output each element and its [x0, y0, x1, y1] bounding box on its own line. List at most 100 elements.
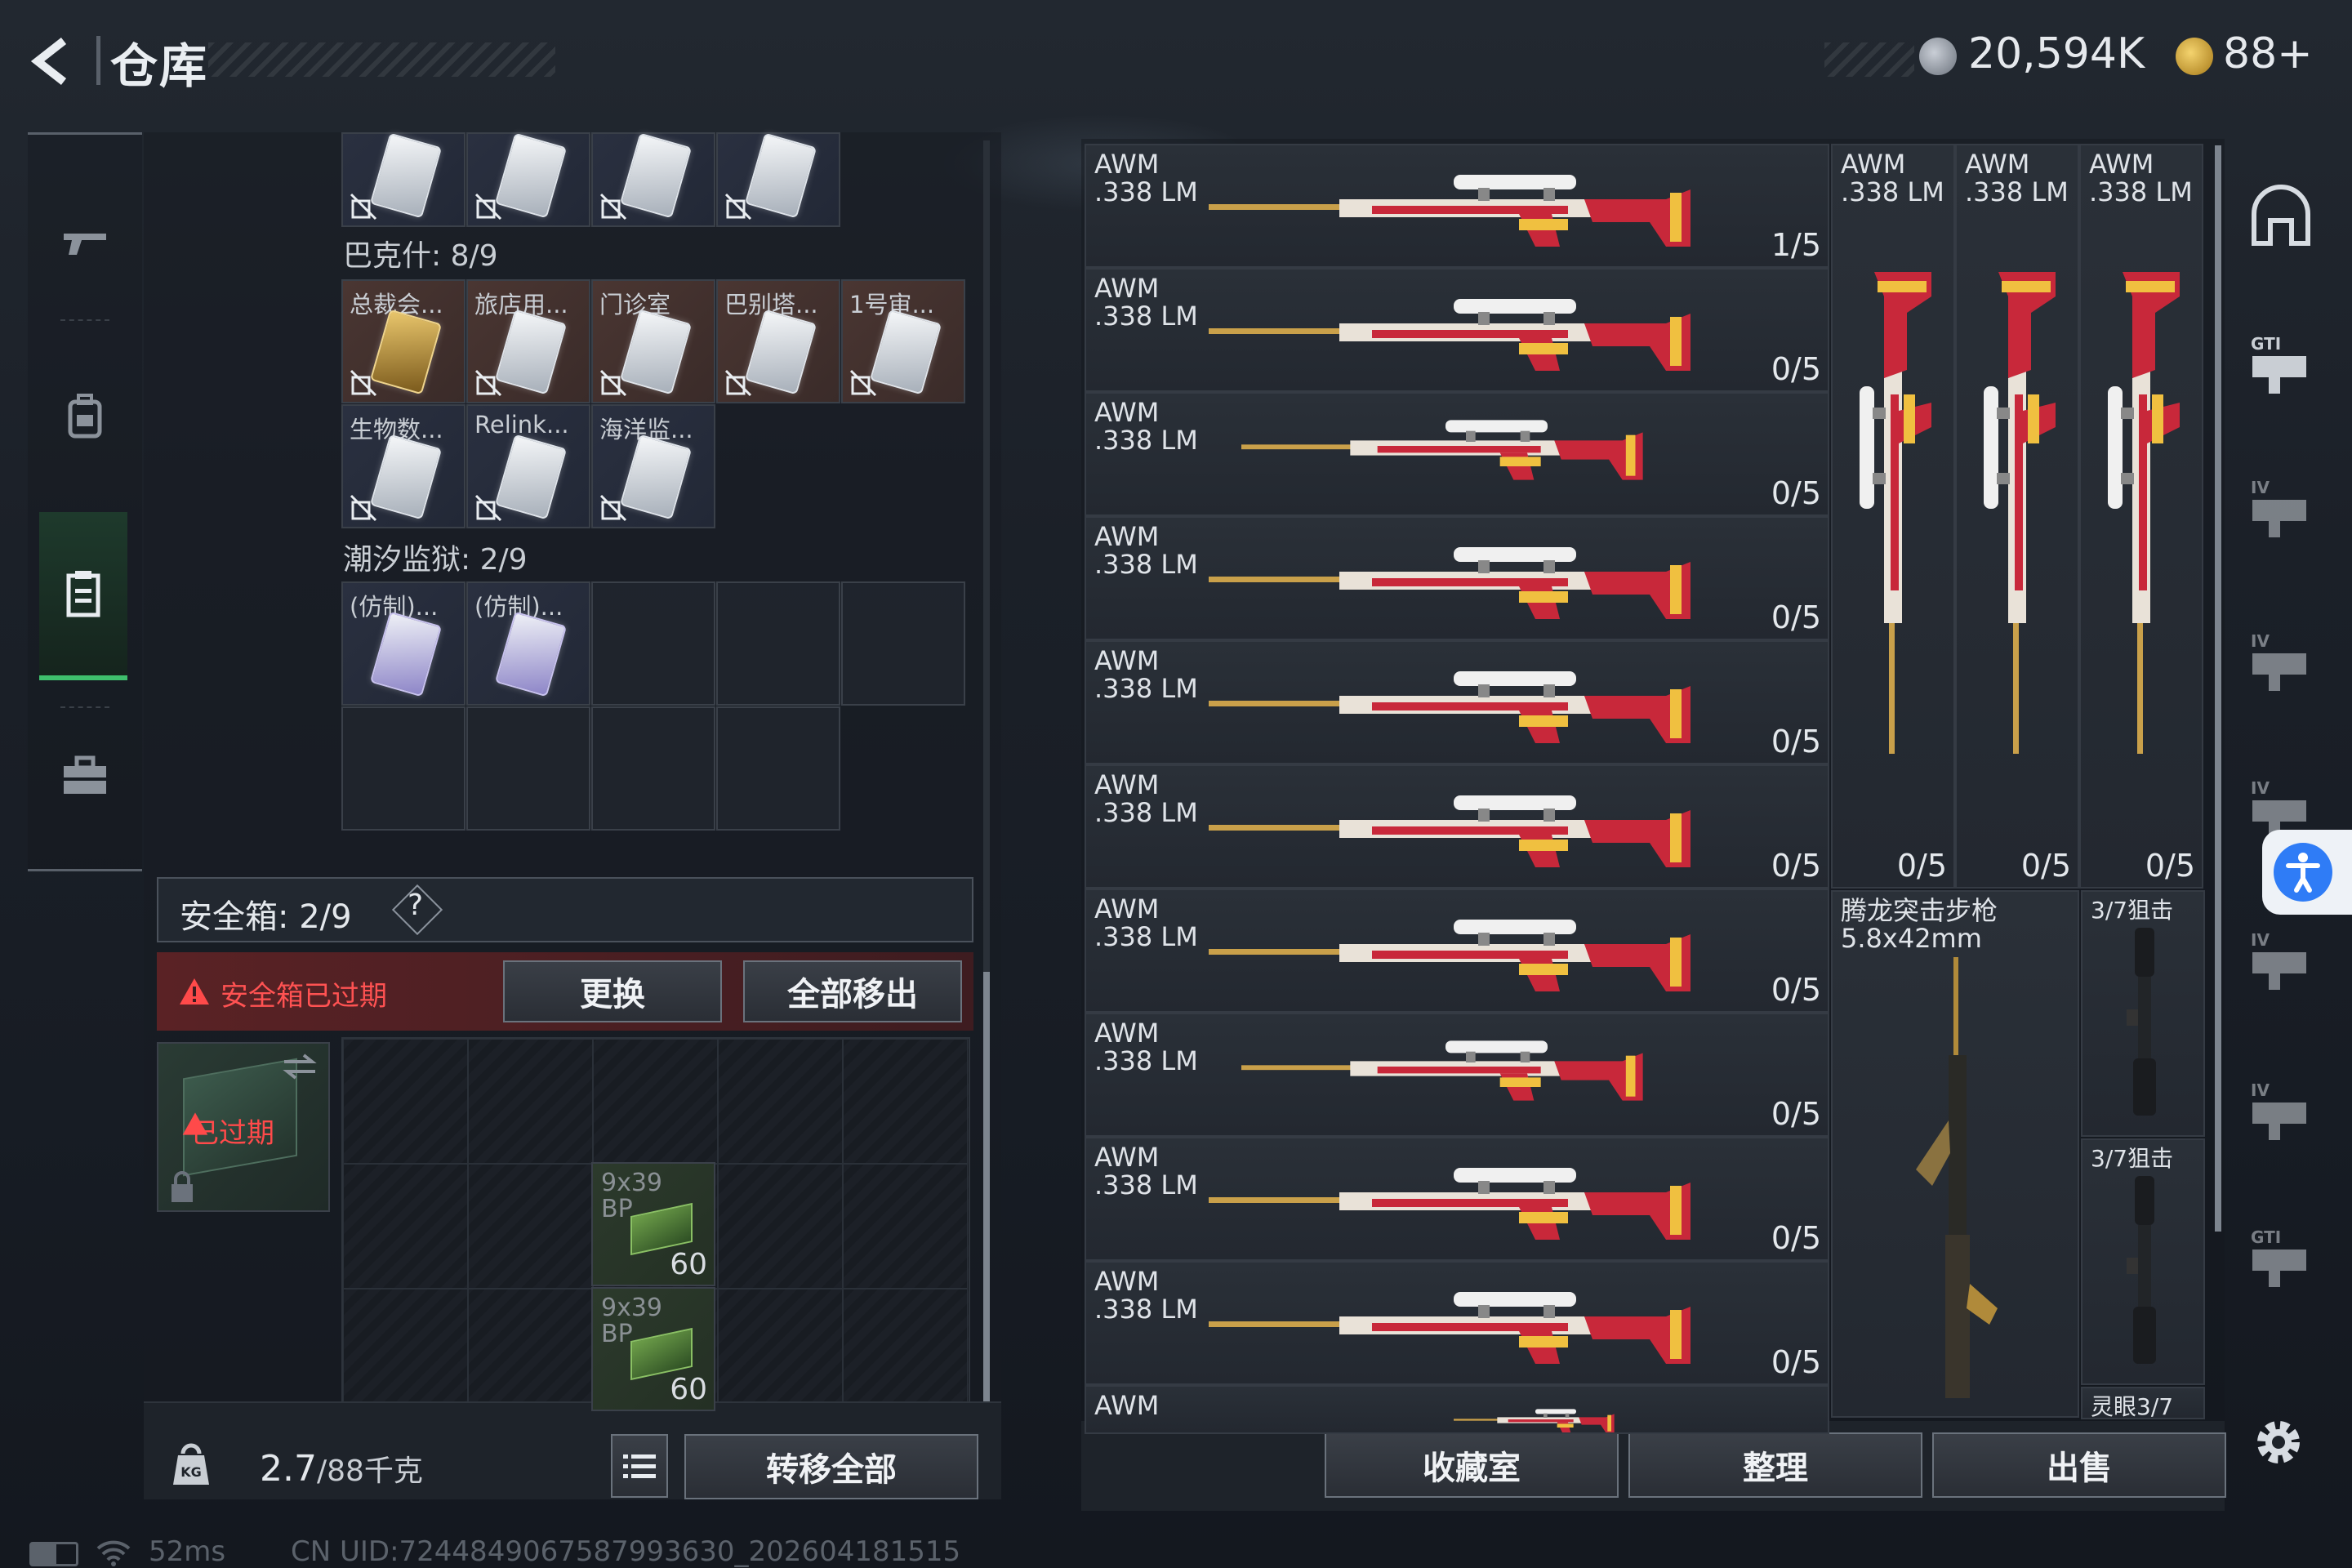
keycard-icon [494, 611, 568, 697]
awm-rifle-icon [1209, 671, 1690, 743]
item-card[interactable] [591, 132, 715, 227]
weapon-count: 0/5 [2145, 848, 2195, 884]
keycard-item[interactable]: 1号审... [841, 279, 965, 403]
weapon-item-vertical[interactable]: AWM .338 LM 0/5 [2079, 144, 2203, 889]
iv-folder-tab[interactable]: IV [2244, 928, 2318, 993]
awm-rifle-icon [1241, 1040, 1643, 1101]
keycard-item[interactable]: 海洋监... [591, 404, 715, 528]
back-button[interactable] [24, 33, 82, 90]
collection-button[interactable]: 收藏室 [1325, 1432, 1619, 1498]
weapon-item[interactable]: AWM .338 LM 0/5 [1085, 516, 1829, 640]
ammo-item[interactable]: 9x39 BP 60 [591, 1162, 715, 1286]
safe-box-item[interactable]: 已过期 [157, 1042, 330, 1212]
iv-weapon-tab[interactable]: IV [2244, 475, 2318, 541]
list-view-button[interactable] [611, 1434, 668, 1498]
iv-medkit-icon: IV [2251, 631, 2306, 691]
weapon-item[interactable]: AWM .338 LM 0/5 [1085, 640, 1829, 764]
weapon-count: 0/5 [1771, 1096, 1821, 1132]
keycard-item[interactable]: (仿制)... [466, 581, 590, 706]
keycard-icon [369, 132, 443, 219]
safe-box-status: 已过期 [191, 1117, 274, 1150]
safe-slot [718, 1289, 843, 1414]
weapon-name: AWM .338 LM [1094, 397, 1198, 456]
accessibility-button[interactable] [2262, 830, 2352, 915]
rifle-item[interactable]: 腾龙突击步枪 5.8x42mm [1831, 890, 2079, 1418]
weapon-item-vertical[interactable]: AWM .338 LM 0/5 [1831, 144, 1955, 889]
warning-icon [180, 978, 209, 1004]
empty-slot[interactable] [841, 581, 965, 706]
weapon-count: 0/5 [2020, 848, 2071, 884]
svg-text:IV: IV [2251, 631, 2270, 651]
weapon-name: AWM .338 LM [1094, 149, 1198, 207]
safe-box-header: 安全箱: 2/9 ? [157, 877, 973, 942]
keycard-item[interactable]: 巴别塔... [716, 279, 840, 403]
gti-key-tab[interactable]: GTI [2244, 1225, 2318, 1290]
item-label: Relink... [474, 411, 569, 439]
weapon-item[interactable]: AWM .338 LM 0/5 [1085, 1013, 1829, 1137]
weapon-name: AWM .338 LM [1094, 273, 1198, 332]
empty-slot[interactable] [716, 581, 840, 706]
back-arrow-icon [30, 38, 67, 85]
nav-backpack[interactable] [41, 355, 129, 478]
empty-slot[interactable] [591, 706, 715, 831]
keycard-icon [494, 434, 568, 520]
nav-toolbox[interactable] [41, 715, 129, 837]
scope-item[interactable]: 灵眼3/7 [2081, 1387, 2205, 1419]
weapon-item[interactable]: AWM .338 LM 0/5 [1085, 1137, 1829, 1261]
right-category-nav: GTI IV IV IV IV IV GTI [2230, 139, 2328, 1380]
keycard-item[interactable]: (仿制)... [341, 581, 466, 706]
weapon-item[interactable]: AWM .338 LM 0/5 [1085, 268, 1829, 392]
weapon-item[interactable]: AWM .338 LM 0/5 [1085, 1261, 1829, 1385]
gti-weapon-tab[interactable]: GTI [2244, 332, 2318, 397]
scope-item[interactable]: 3/7狙击 [2081, 1138, 2205, 1385]
svg-text:IV: IV [2251, 778, 2270, 798]
awm-rifle-icon [1984, 272, 2056, 754]
weapon-item-vertical[interactable]: AWM .338 LM 0/5 [1955, 144, 2079, 889]
keycard-item[interactable]: 旅店用... [466, 279, 590, 403]
sell-button[interactable]: 出售 [1932, 1432, 2226, 1498]
item-card[interactable] [716, 132, 840, 227]
left-scrollbar[interactable] [983, 972, 990, 1413]
weapon-item[interactable]: AWM .338 LM 0/5 [1085, 392, 1829, 516]
keycard-item[interactable]: 生物数... [341, 404, 466, 528]
remove-all-button[interactable]: 全部移出 [743, 960, 962, 1022]
top-bar: 仓库 20,594K 88+ [0, 0, 2352, 122]
item-card[interactable] [466, 132, 590, 227]
ammo-item[interactable]: 9x39 BP 60 [591, 1287, 715, 1411]
iv-folder-icon: IV [2251, 930, 2306, 990]
keycard-item[interactable]: 门诊室 [591, 279, 715, 403]
no-transfer-icon [724, 193, 752, 220]
empty-slot[interactable] [591, 581, 715, 706]
weapon-item[interactable]: AWM .338 LM 1/5 [1085, 144, 1829, 268]
svg-text:GTI: GTI [2251, 334, 2281, 354]
empty-slot[interactable] [716, 706, 840, 831]
iv-folder2-tab[interactable]: IV [2244, 1078, 2318, 1143]
keycard-item[interactable]: Relink... [466, 404, 590, 528]
gold-currency[interactable]: 88+ [2223, 29, 2313, 78]
awm-rifle-icon [2108, 272, 2180, 754]
empty-slot[interactable] [466, 706, 590, 831]
no-transfer-icon [474, 494, 502, 522]
keycard-icon [744, 309, 817, 395]
keycard-item[interactable]: 总裁会... [341, 279, 466, 403]
weapon-item[interactable]: AWM .338 LM 0/5 [1085, 764, 1829, 889]
weapon-name: AWM .338 LM [1965, 149, 2069, 207]
transfer-all-button[interactable]: 转移全部 [684, 1434, 978, 1499]
weight-max: /88千克 [316, 1454, 423, 1488]
empty-slot[interactable] [341, 706, 466, 831]
settings-button[interactable] [2247, 1411, 2310, 1473]
iv-medkit-tab[interactable]: IV [2244, 629, 2318, 694]
nav-weapons[interactable] [41, 180, 129, 303]
weapon-item[interactable]: AWM [1085, 1385, 1829, 1434]
swap-icon [283, 1054, 317, 1080]
right-scrollbar[interactable] [2215, 145, 2221, 1232]
gun-icon [64, 234, 106, 255]
sort-button[interactable]: 整理 [1628, 1432, 1922, 1498]
nav-storage[interactable] [39, 512, 127, 680]
keycard-icon [369, 309, 443, 395]
weapon-item[interactable]: AWM .338 LM 0/5 [1085, 889, 1829, 1013]
replace-button[interactable]: 更换 [503, 960, 722, 1022]
scope-item[interactable]: 3/7狙击 [2081, 890, 2205, 1137]
item-card[interactable] [341, 132, 466, 227]
home-tab[interactable] [2244, 185, 2318, 250]
